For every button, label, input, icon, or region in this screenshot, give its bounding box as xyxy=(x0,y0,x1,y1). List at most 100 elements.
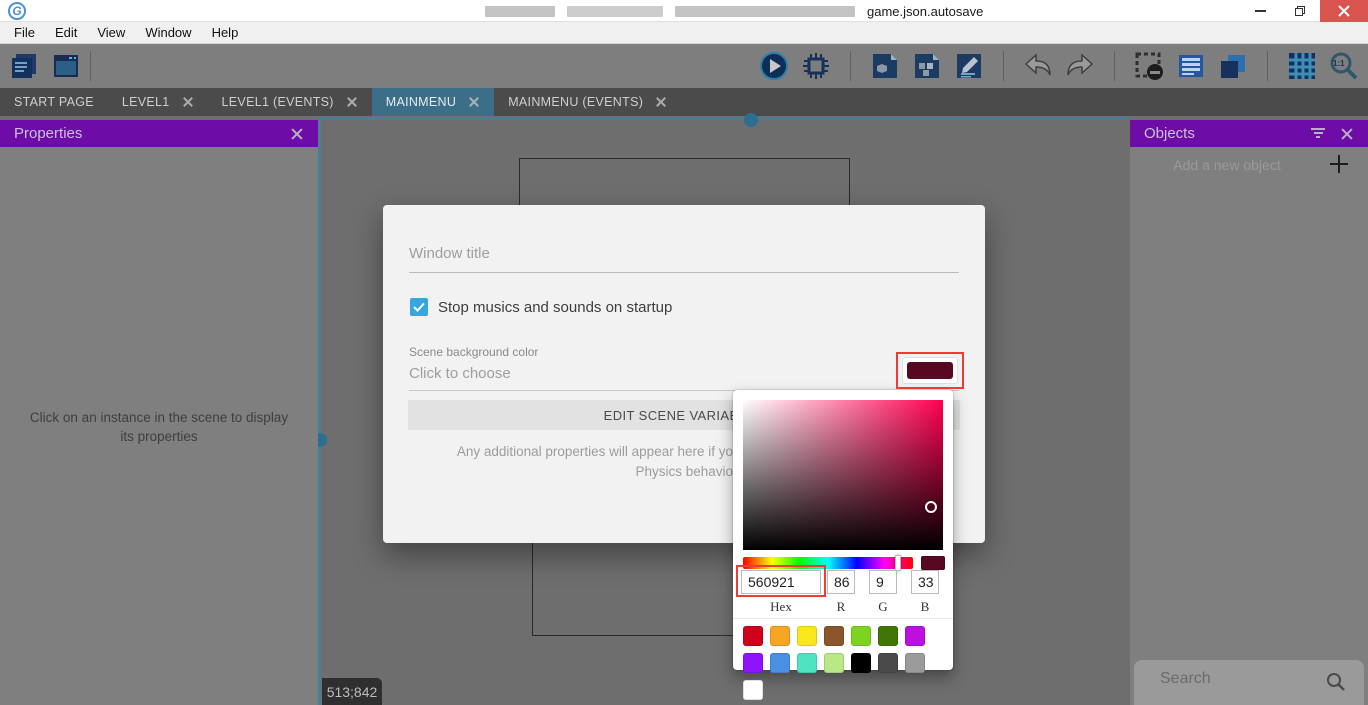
toolbar: 1:1 xyxy=(0,44,1368,88)
highlight-box-hex xyxy=(736,565,826,597)
red-input[interactable] xyxy=(827,570,855,594)
objects-panel-header: Objects xyxy=(1130,120,1368,147)
window-title-field[interactable] xyxy=(409,245,959,273)
menu-edit[interactable]: Edit xyxy=(45,22,87,43)
palette-swatch[interactable] xyxy=(878,653,898,673)
tab-close-icon[interactable] xyxy=(182,96,194,108)
g-label: G xyxy=(863,599,903,615)
color-picker-popup: Hex R G B xyxy=(733,390,953,670)
tab-mainmenu[interactable]: MAINMENU xyxy=(372,88,494,116)
tab-close-icon[interactable] xyxy=(468,96,480,108)
menubar: File Edit View Window Help xyxy=(0,22,1368,44)
objects-panel: Objects Add a new object xyxy=(1130,120,1368,705)
close-panel-icon[interactable] xyxy=(1340,127,1354,141)
window-controls xyxy=(1240,0,1368,22)
menu-file[interactable]: File xyxy=(4,22,45,43)
menu-help[interactable]: Help xyxy=(202,22,249,43)
dialog-helper-text: Any additional properties will appear he… xyxy=(409,442,733,482)
gdevelop-window: G game.json.autosave File Edit View Wind… xyxy=(0,0,1368,705)
tab-level1[interactable]: LEVEL1 xyxy=(108,88,208,116)
palette-swatch[interactable] xyxy=(878,626,898,646)
add-object-row: Add a new object xyxy=(1130,152,1368,180)
palette-swatch[interactable] xyxy=(851,653,871,673)
palette-swatch[interactable] xyxy=(743,626,763,646)
palette-swatch[interactable] xyxy=(770,626,790,646)
cursor-coordinates: 513;842 xyxy=(322,678,382,705)
search-input[interactable] xyxy=(1160,670,1310,688)
play-icon[interactable] xyxy=(758,50,790,82)
palette-swatch[interactable] xyxy=(851,626,871,646)
palette-swatch[interactable] xyxy=(824,653,844,673)
tab-close-icon[interactable] xyxy=(346,96,358,108)
palette-swatch[interactable] xyxy=(770,653,790,673)
stop-music-checkbox[interactable] xyxy=(410,298,428,316)
edit-scene-properties-icon[interactable] xyxy=(953,50,985,82)
stop-music-label: Stop musics and sounds on startup xyxy=(438,299,672,316)
instances-list-icon[interactable] xyxy=(1175,50,1207,82)
add-object-button[interactable] xyxy=(1330,155,1348,173)
pane-resize-handle[interactable] xyxy=(744,113,758,127)
palette-swatch[interactable] xyxy=(824,626,844,646)
grid-icon[interactable] xyxy=(1286,50,1318,82)
palette-swatch[interactable] xyxy=(743,680,763,700)
check-icon xyxy=(413,302,425,312)
restore-icon xyxy=(1295,6,1305,16)
saturation-area[interactable] xyxy=(743,400,943,550)
close-panel-icon[interactable] xyxy=(290,127,304,141)
export-object-icon[interactable] xyxy=(869,50,901,82)
objects-panel-title: Objects xyxy=(1144,125,1195,142)
properties-panel-header: Properties xyxy=(0,120,318,147)
tab-start-page[interactable]: START PAGE xyxy=(0,88,108,116)
r-label: R xyxy=(821,599,861,615)
tab-level1-events[interactable]: LEVEL1 (EVENTS) xyxy=(208,88,372,116)
restore-button[interactable] xyxy=(1280,0,1320,22)
saturation-cursor[interactable] xyxy=(925,501,937,513)
tabbar: START PAGE LEVEL1 LEVEL1 (EVENTS) MAINME… xyxy=(0,88,1368,116)
hex-label: Hex xyxy=(761,599,801,615)
clear-selection-icon[interactable] xyxy=(1133,50,1165,82)
palette-swatch[interactable] xyxy=(905,653,925,673)
scene-bg-color-field[interactable]: Click to choose xyxy=(409,365,511,382)
redacted-block xyxy=(675,6,855,17)
menu-window[interactable]: Window xyxy=(135,22,201,43)
palette-swatch[interactable] xyxy=(797,653,817,673)
pane-divider-vertical[interactable] xyxy=(318,117,321,705)
project-manager-icon[interactable] xyxy=(8,50,40,82)
scene-window-icon[interactable] xyxy=(50,50,82,82)
window-title-text: game.json.autosave xyxy=(867,4,983,19)
zoom-ratio-label: 1:1 xyxy=(1333,59,1345,68)
filter-icon[interactable] xyxy=(1310,128,1326,140)
titlebar: G game.json.autosave xyxy=(0,0,1368,22)
tab-close-icon[interactable] xyxy=(655,96,667,108)
palette-swatch[interactable] xyxy=(797,626,817,646)
pane-divider-horizontal[interactable] xyxy=(318,117,1130,120)
current-color-swatch xyxy=(921,556,945,570)
close-button[interactable] xyxy=(1320,0,1368,22)
preset-palette xyxy=(743,626,949,700)
tab-mainmenu-events[interactable]: MAINMENU (EVENTS) xyxy=(494,88,681,116)
menu-view[interactable]: View xyxy=(87,22,135,43)
export-group-icon[interactable] xyxy=(911,50,943,82)
hue-slider-handle[interactable] xyxy=(895,555,901,571)
redacted-block xyxy=(567,6,663,17)
window-title: game.json.autosave xyxy=(485,3,983,19)
redo-icon[interactable] xyxy=(1064,50,1096,82)
blue-input[interactable] xyxy=(911,570,939,594)
add-object-label: Add a new object xyxy=(1130,157,1324,173)
palette-swatch[interactable] xyxy=(905,626,925,646)
undo-icon[interactable] xyxy=(1022,50,1054,82)
zoom-original-icon[interactable]: 1:1 xyxy=(1328,50,1360,82)
minimize-icon xyxy=(1255,10,1266,12)
debugger-icon[interactable] xyxy=(800,50,832,82)
redacted-block xyxy=(485,6,555,17)
properties-panel: Properties Click on an instance in the s… xyxy=(0,120,318,705)
properties-empty-message: Click on an instance in the scene to dis… xyxy=(14,408,304,446)
layers-icon[interactable] xyxy=(1217,50,1249,82)
minimize-button[interactable] xyxy=(1240,0,1280,22)
search-icon xyxy=(1326,672,1346,692)
b-label: B xyxy=(905,599,945,615)
green-input[interactable] xyxy=(869,570,897,594)
highlight-box-swatch xyxy=(896,352,964,389)
properties-panel-title: Properties xyxy=(14,125,82,142)
palette-swatch[interactable] xyxy=(743,653,763,673)
